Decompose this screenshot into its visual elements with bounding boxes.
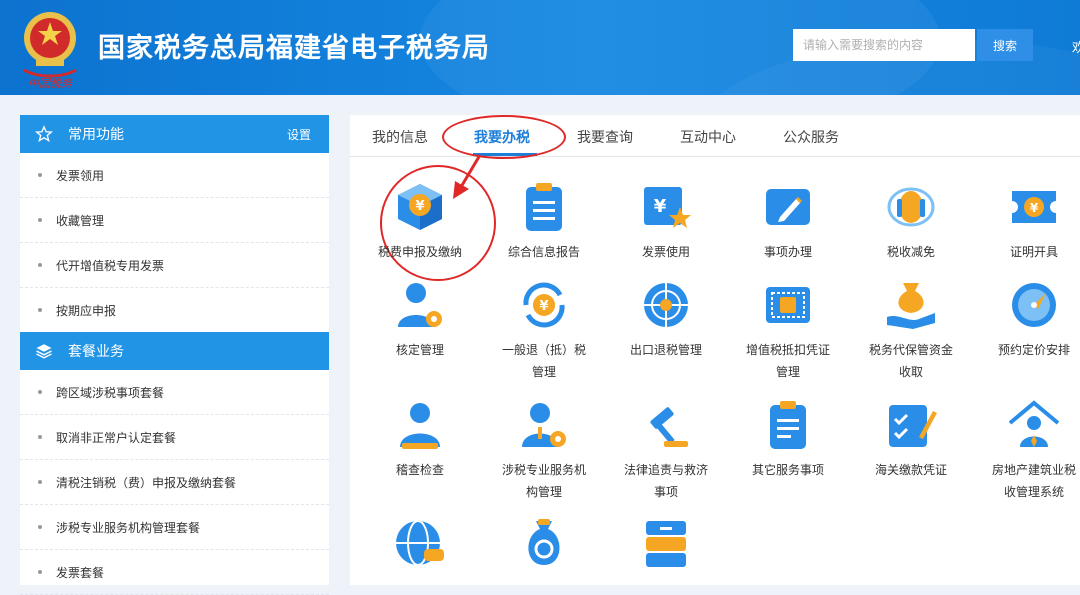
tile-legal-remedy[interactable]: 法律追责与救济 事项 — [606, 397, 726, 503]
star-icon — [34, 125, 54, 143]
svg-text:¥: ¥ — [1030, 201, 1039, 215]
tile-certificate-issue[interactable]: ¥ 证明开具 — [974, 179, 1080, 263]
tile-row4-archive[interactable] — [606, 515, 726, 571]
tab-my-info[interactable]: 我的信息 — [372, 127, 428, 147]
tile-pricing-arrangement[interactable]: 预约定价安排 — [974, 277, 1080, 361]
inspector-icon — [400, 403, 440, 449]
user-gear-icon — [398, 283, 442, 327]
tab-interaction[interactable]: 互动中心 — [680, 127, 736, 147]
tile-agency-service-mgmt[interactable]: 涉税专业服务机 构管理 — [484, 397, 604, 503]
welcome-text: 欢 — [1072, 41, 1080, 56]
tile-row4-moneybag[interactable] — [484, 515, 604, 571]
search-button[interactable]: 搜索 — [977, 29, 1033, 61]
common-functions-title: 常用功能 — [68, 127, 124, 143]
sidebar-item-invoice-collect[interactable]: 发票领用 — [20, 153, 329, 198]
tile-tax-declare-pay[interactable]: ¥ 税费申报及缴纳 — [360, 179, 480, 263]
money-bag-search-icon — [528, 519, 560, 565]
layers-icon — [34, 342, 54, 360]
invoice-star-icon: ¥ — [644, 187, 691, 228]
main-panel: 我的信息 我要办税 我要查询 互动中心 公众服务 ¥ 税费申报及缴纳 综合信息报… — [350, 115, 1080, 585]
tab-public-service[interactable]: 公众服务 — [783, 127, 839, 147]
sidebar-item-cross-region[interactable]: 跨区域涉税事项套餐 — [20, 370, 329, 415]
svg-text:¥: ¥ — [654, 196, 667, 217]
tile-audit-inspection[interactable]: 稽查检查 — [360, 397, 480, 481]
search-input[interactable] — [793, 29, 975, 61]
vat-ticket-icon — [766, 287, 810, 323]
tile-export-refund[interactable]: 出口退税管理 — [606, 277, 726, 361]
tile-assessment-mgmt[interactable]: 核定管理 — [360, 277, 480, 361]
site-header: 中国税务 国家税务总局福建省电子税务局 搜索 欢 — [0, 0, 1080, 95]
tile-invoice-use[interactable]: ¥ 发票使用 — [606, 179, 726, 263]
sidebar-item-favorites[interactable]: 收藏管理 — [20, 198, 329, 243]
sidebar-item-periodic-declare[interactable]: 按期应申报 — [20, 288, 329, 332]
tile-tax-refund[interactable]: ¥ 一般退（抵）税 管理 — [484, 277, 604, 383]
tile-tax-relief[interactable]: 税收减免 — [851, 179, 971, 263]
house-person-icon — [1008, 400, 1060, 447]
checklist-pen-icon — [889, 405, 937, 447]
tab-query[interactable]: 我要查询 — [577, 127, 633, 147]
money-bag-hand-icon — [887, 283, 935, 329]
globe-handshake-icon — [396, 520, 444, 566]
sidebar-item-deregistration[interactable]: 清税注销税（费）申报及缴纳套餐 — [20, 460, 329, 505]
site-title: 国家税务总局福建省电子税务局 — [98, 33, 490, 64]
svg-text:¥: ¥ — [539, 299, 548, 314]
tile-customs-voucher[interactable]: 海关缴款凭证 — [851, 397, 971, 481]
refund-cycle-icon: ¥ — [523, 282, 565, 328]
cube-yuan-icon: ¥ — [398, 184, 442, 230]
sidebar: 常用功能 设置 发票领用 收藏管理 代开增值税专用发票 按期应申报 套餐业务 跨… — [20, 115, 329, 595]
tile-real-estate-tax[interactable]: 房地产建筑业税 收管理系统 — [974, 397, 1080, 503]
package-services-title: 套餐业务 — [68, 344, 124, 360]
tile-vat-deduction[interactable]: 增值税抵扣凭证 管理 — [728, 277, 848, 383]
settings-link[interactable]: 设置 — [287, 126, 311, 143]
sidebar-item-invoice-package[interactable]: 发票套餐 — [20, 550, 329, 595]
sidebar-item-cancel-abnormal[interactable]: 取消非正常户认定套餐 — [20, 415, 329, 460]
tax-emblem-icon: 中国税务 — [23, 12, 77, 90]
tile-info-report[interactable]: 综合信息报告 — [484, 179, 604, 263]
common-functions-header: 常用功能 设置 — [20, 115, 329, 153]
tile-matter-handling[interactable]: 事项办理 — [728, 179, 848, 263]
agent-gear-icon — [522, 403, 566, 447]
sidebar-item-vat-invoice[interactable]: 代开增值税专用发票 — [20, 243, 329, 288]
tile-row4-globe[interactable] — [360, 515, 480, 571]
coin-stack-icon — [887, 187, 935, 227]
archive-drawer-icon — [646, 521, 686, 567]
pencil-icon — [766, 189, 810, 225]
svg-text:中国税务: 中国税务 — [28, 77, 73, 90]
globe-compass-icon — [644, 283, 688, 327]
compass-dial-icon — [1012, 283, 1056, 327]
clipboard-icon — [526, 183, 562, 231]
ticket-yuan-icon: ¥ — [1012, 191, 1056, 223]
sidebar-item-agency-mgmt[interactable]: 涉税专业服务机构管理套餐 — [20, 505, 329, 550]
tile-custody-funds[interactable]: 税务代保管资金 收取 — [851, 277, 971, 383]
gavel-icon — [650, 407, 688, 447]
clipboard-list-icon — [770, 401, 806, 449]
svg-text:¥: ¥ — [415, 199, 424, 214]
package-services-header: 套餐业务 — [20, 332, 329, 370]
tile-other-services[interactable]: 其它服务事项 — [728, 397, 848, 481]
